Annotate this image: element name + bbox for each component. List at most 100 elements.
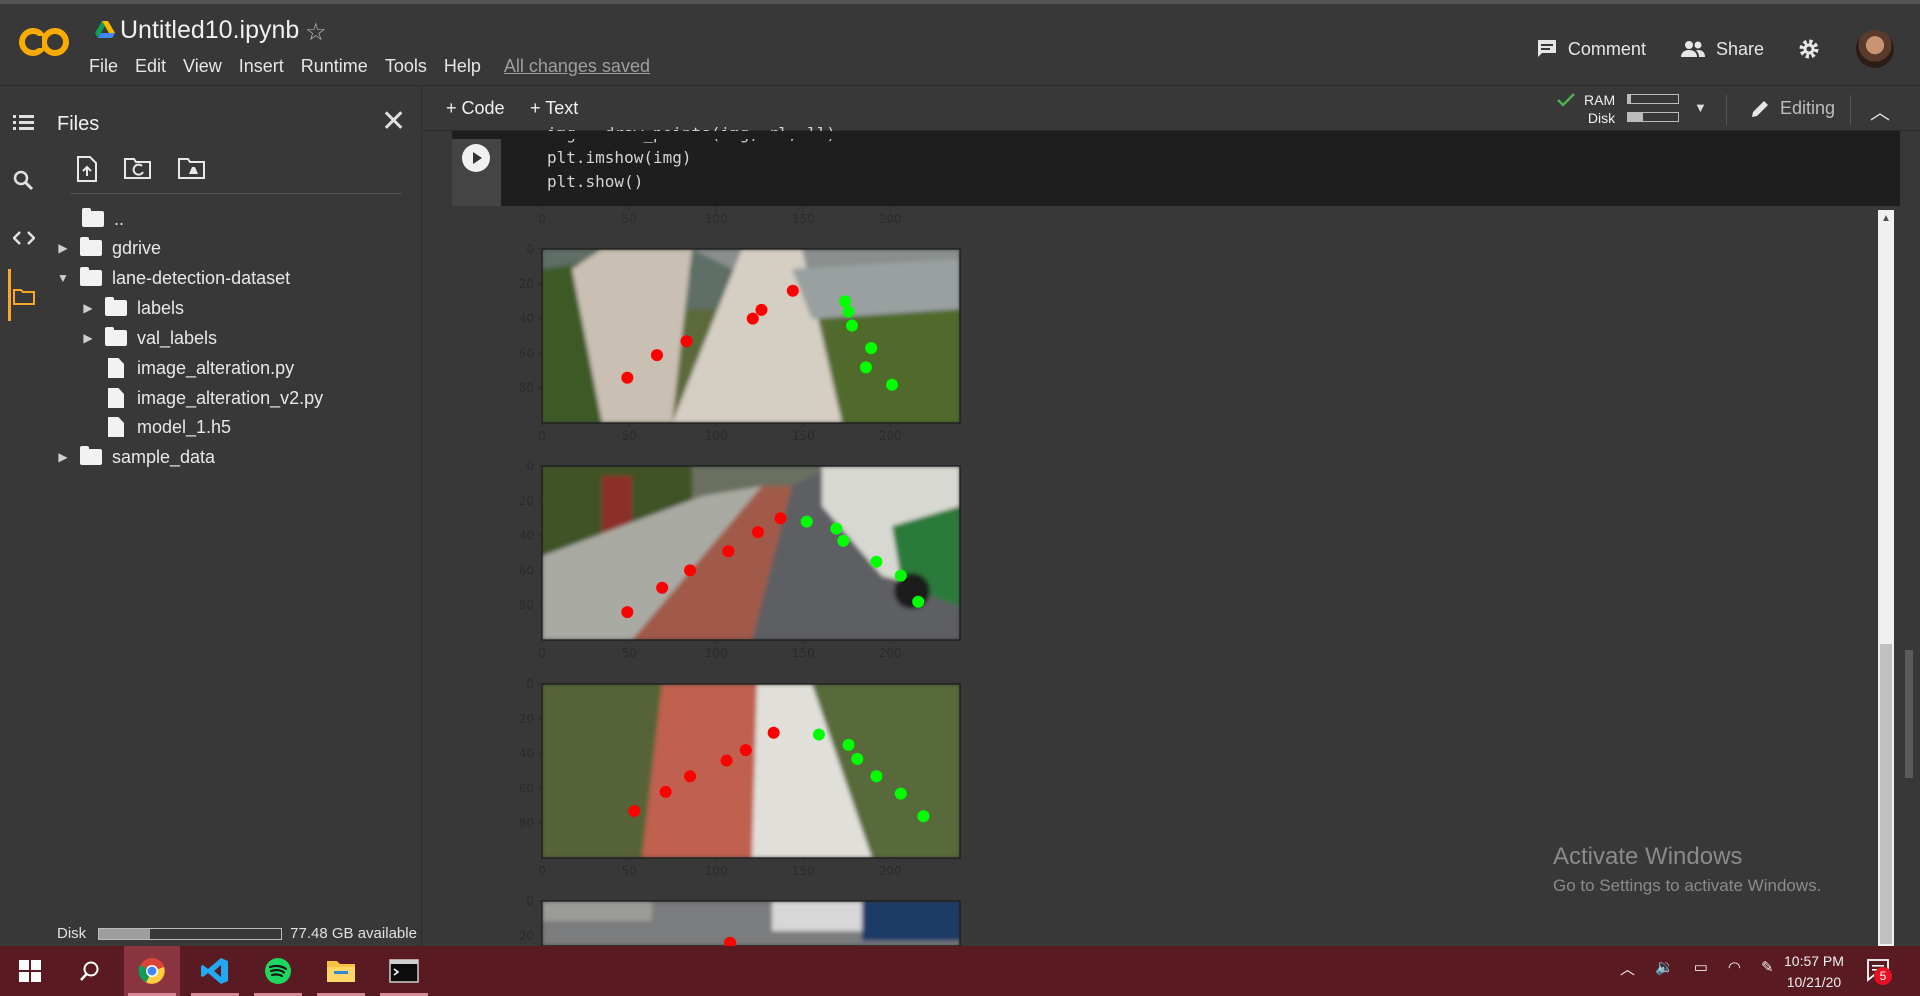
search-icon[interactable] bbox=[13, 170, 35, 192]
right-lane-point bbox=[846, 319, 859, 332]
menu-tools[interactable]: Tools bbox=[385, 56, 427, 77]
run-cell-button[interactable] bbox=[462, 144, 490, 172]
taskbar-clock[interactable]: 10:57 PM 10/21/20 bbox=[1784, 951, 1844, 993]
left-lane-point bbox=[720, 754, 733, 767]
start-icon[interactable] bbox=[2, 946, 58, 996]
file-icon bbox=[108, 388, 124, 408]
tree-item-label: val_labels bbox=[137, 327, 218, 348]
y-tick-label: 20 bbox=[519, 277, 534, 291]
activate-windows-title: Activate Windows bbox=[1553, 843, 1743, 870]
scroll-up-arrow-icon[interactable]: ▲ bbox=[1881, 213, 1891, 224]
file-icon bbox=[108, 358, 124, 378]
x-tick-label: 0 bbox=[538, 864, 546, 878]
battery-icon[interactable]: ▭ bbox=[1694, 958, 1708, 979]
google-drive-icon bbox=[95, 21, 115, 38]
expand-arrow-icon[interactable]: ▶ bbox=[56, 450, 70, 464]
notebook-title[interactable]: Untitled10.ipynb bbox=[120, 16, 299, 45]
terminal-icon[interactable] bbox=[376, 946, 432, 996]
folder-icon[interactable] bbox=[13, 288, 35, 306]
chevron-up-icon[interactable]: ︿ bbox=[1870, 96, 1890, 125]
right-lane-point bbox=[894, 569, 907, 582]
resource-labels[interactable]: RAM Disk bbox=[1584, 91, 1615, 127]
file-explorer-icon[interactable] bbox=[313, 946, 369, 996]
menu-view[interactable]: View bbox=[183, 56, 222, 77]
tree-item-model-1[interactable]: model_1.h5 bbox=[105, 412, 231, 442]
user-avatar[interactable] bbox=[1856, 30, 1894, 68]
activate-windows-subtitle: Go to Settings to activate Windows. bbox=[1553, 876, 1822, 895]
left-lane-point bbox=[739, 744, 752, 757]
x-tick-label: 0 bbox=[538, 429, 546, 443]
output-scrollbar-thumb[interactable] bbox=[1880, 644, 1892, 944]
right-lane-point bbox=[837, 534, 850, 547]
code-snippets-icon[interactable] bbox=[13, 230, 35, 246]
editing-mode-button[interactable]: Editing bbox=[1750, 98, 1835, 119]
tree-item-lane-detection-dataset[interactable]: ▼ lane-detection-dataset bbox=[56, 263, 290, 293]
pen-icon[interactable]: ✎ bbox=[1761, 958, 1774, 979]
vscode-icon[interactable] bbox=[187, 946, 243, 996]
lane-image-3 bbox=[542, 684, 960, 858]
gear-icon bbox=[1799, 39, 1819, 59]
close-icon[interactable]: ✕ bbox=[381, 104, 406, 139]
tree-item-labels[interactable]: ▶ labels bbox=[81, 293, 184, 323]
mount-drive-icon[interactable] bbox=[178, 156, 206, 182]
share-button[interactable]: Share bbox=[1680, 39, 1764, 60]
code-line[interactable]: plt.imshow(img) bbox=[547, 148, 692, 167]
add-text-button[interactable]: + Text bbox=[530, 98, 578, 119]
clock-time: 10:57 PM bbox=[1784, 953, 1844, 969]
save-status-link[interactable]: All changes saved bbox=[504, 56, 650, 77]
disk-usage: Disk 77.48 GB available bbox=[57, 925, 417, 942]
code-line[interactable]: plt.show() bbox=[547, 172, 643, 191]
volume-icon[interactable]: 🔉 bbox=[1655, 958, 1674, 979]
add-code-button[interactable]: + Code bbox=[446, 98, 505, 119]
x-tick-label: 200 bbox=[879, 864, 902, 878]
menu-file[interactable]: File bbox=[89, 56, 118, 77]
y-tick-label: 0 bbox=[526, 459, 534, 473]
collapse-arrow-icon[interactable]: ▼ bbox=[56, 271, 70, 285]
left-lane-point bbox=[680, 335, 693, 348]
x-tick-label: 100 bbox=[705, 864, 728, 878]
search-icon[interactable] bbox=[62, 946, 118, 996]
y-tick-label: 40 bbox=[519, 529, 534, 543]
y-tick-label: 20 bbox=[519, 712, 534, 726]
notification-count-badge: 5 bbox=[1874, 967, 1892, 985]
tree-item-gdrive[interactable]: ▶ gdrive bbox=[56, 233, 161, 263]
expand-arrow-icon[interactable]: ▶ bbox=[81, 301, 95, 315]
tree-item-image-alteration-v2[interactable]: image_alteration_v2.py bbox=[105, 383, 323, 413]
y-tick-label: 20 bbox=[519, 929, 534, 943]
tree-item-sample-data[interactable]: ▶ sample_data bbox=[56, 442, 215, 472]
star-icon[interactable]: ☆ bbox=[305, 18, 327, 47]
x-tick-label: 0 bbox=[538, 212, 546, 226]
resources-dropdown-icon[interactable]: ▼ bbox=[1694, 100, 1707, 115]
tree-item-label: labels bbox=[137, 297, 185, 318]
upload-icon[interactable] bbox=[76, 156, 98, 182]
spotify-icon[interactable] bbox=[250, 946, 306, 996]
settings-button[interactable] bbox=[1798, 38, 1830, 60]
y-tick-label: 80 bbox=[519, 598, 534, 612]
x-tick-label: 200 bbox=[879, 429, 902, 443]
chrome-icon[interactable] bbox=[124, 946, 180, 996]
menu-edit[interactable]: Edit bbox=[135, 56, 166, 77]
show-hidden-icons-icon[interactable]: ︿ bbox=[1620, 958, 1635, 979]
wifi-icon[interactable]: ◠ bbox=[1728, 958, 1741, 979]
disk-usage-bar-small bbox=[1627, 112, 1679, 122]
right-lane-point bbox=[917, 810, 930, 823]
left-lane-point bbox=[746, 312, 759, 325]
page-scrollbar-thumb[interactable] bbox=[1905, 650, 1913, 778]
table-of-contents-icon[interactable] bbox=[13, 114, 35, 132]
comment-button[interactable]: Comment bbox=[1536, 38, 1646, 60]
tree-item-parent[interactable]: .. bbox=[82, 204, 124, 234]
toolbar-divider bbox=[1850, 95, 1851, 125]
editing-label: Editing bbox=[1780, 98, 1836, 118]
tree-item-label: image_alteration.py bbox=[137, 357, 295, 378]
expand-arrow-icon[interactable]: ▶ bbox=[56, 241, 70, 255]
colab-logo[interactable] bbox=[16, 22, 72, 62]
refresh-folder-icon[interactable] bbox=[124, 156, 152, 182]
menu-insert[interactable]: Insert bbox=[239, 56, 284, 77]
lane-image-2 bbox=[542, 466, 960, 640]
tree-item-image-alteration[interactable]: image_alteration.py bbox=[105, 353, 294, 383]
file-icon bbox=[108, 417, 124, 437]
menu-help[interactable]: Help bbox=[444, 56, 481, 77]
expand-arrow-icon[interactable]: ▶ bbox=[81, 331, 95, 345]
menu-runtime[interactable]: Runtime bbox=[301, 56, 368, 77]
tree-item-val-labels[interactable]: ▶ val_labels bbox=[81, 323, 217, 353]
